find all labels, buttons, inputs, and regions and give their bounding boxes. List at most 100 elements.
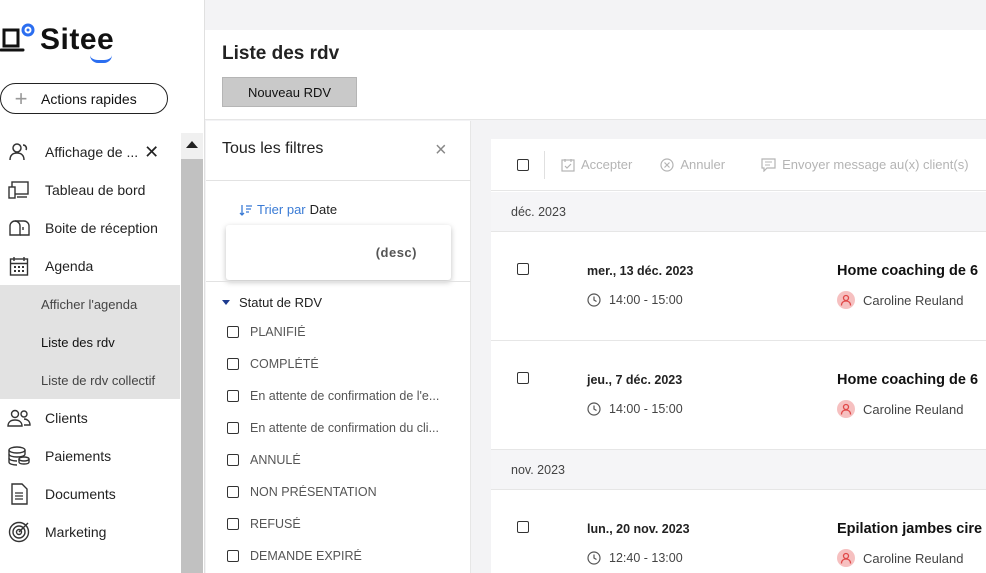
sidebar-item-label: Clients <box>45 410 88 426</box>
divider <box>544 150 545 179</box>
appointment-time: 14:00 - 15:00 <box>587 402 683 416</box>
sidebar-subitem-liste-rdv-collectif[interactable]: Liste de rdv collectif <box>0 361 180 399</box>
status-filter-expired[interactable]: DEMANDE EXPIRÉ <box>227 540 458 572</box>
sidebar-item-label: Paiements <box>45 448 112 464</box>
appointment-date: mer., 13 déc. 2023 <box>587 264 694 278</box>
sidebar-subitem-liste-rdv[interactable]: Liste des rdv <box>0 323 180 361</box>
status-filter-pending-establishment[interactable]: En attente de confirmation de l'e... <box>227 380 458 412</box>
sidebar-subitem-afficher-agenda[interactable]: Afficher l'agenda <box>0 285 180 323</box>
status-label: En attente de confirmation de l'e... <box>250 389 440 403</box>
sidebar: Sitee + Actions rapides Affichage de ...… <box>0 0 205 573</box>
sidebar-scrollbar[interactable] <box>181 133 203 573</box>
checkbox[interactable] <box>227 358 239 370</box>
row-checkbox[interactable] <box>517 521 529 533</box>
row-checkbox[interactable] <box>517 372 529 384</box>
appointment-date: lun., 20 nov. 2023 <box>587 522 690 536</box>
appointment-row[interactable]: mer., 13 déc. 2023 14:00 - 15:00 Home co… <box>491 232 986 341</box>
sort-control[interactable]: Trier par Date <box>239 202 337 217</box>
status-label: REFUSÉ <box>250 517 301 531</box>
clock-icon <box>587 402 601 416</box>
appointment-service: Home coaching de 6 <box>837 263 979 279</box>
accept-button[interactable]: Accepter <box>561 157 632 172</box>
sidebar-item-affichage[interactable]: Affichage de ... ✕ <box>0 133 180 171</box>
checkbox[interactable] <box>227 518 239 530</box>
status-label: DEMANDE EXPIRÉ <box>250 549 362 563</box>
sidebar-item-label: Tableau de bord <box>45 182 146 198</box>
appointment-service: Home coaching de 6 <box>837 372 979 388</box>
caret-down-icon <box>222 300 230 305</box>
select-all-checkbox[interactable] <box>517 158 529 171</box>
status-filter-refuse[interactable]: REFUSÉ <box>227 508 458 540</box>
status-filter-title: Statut de RDV <box>239 295 323 310</box>
sidebar-item-documents[interactable]: Documents <box>0 475 180 513</box>
appointment-client[interactable]: Caroline Reuland <box>837 549 963 567</box>
status-filter-complete[interactable]: COMPLÉTÉ <box>227 348 458 380</box>
status-filter-annule[interactable]: ANNULÉ <box>227 444 458 476</box>
appointment-row[interactable]: jeu., 7 déc. 2023 14:00 - 15:00 Home coa… <box>491 341 986 450</box>
calendar-check-icon <box>561 158 575 172</box>
sidebar-item-payments[interactable]: Paiements <box>0 437 180 475</box>
sidebar-item-label: Marketing <box>45 524 107 540</box>
page-header: Liste des rdv Nouveau RDV <box>205 30 986 120</box>
appointment-client[interactable]: Caroline Reuland <box>837 291 963 309</box>
sidebar-item-agenda[interactable]: Agenda <box>0 247 180 285</box>
status-filter-pending-client[interactable]: En attente de confirmation du cli... <box>227 412 458 444</box>
filters-title: Tous les filtres <box>222 140 324 157</box>
marketing-icon <box>0 521 38 543</box>
checkbox[interactable] <box>227 454 239 466</box>
sort-order-option[interactable]: (desc) <box>376 245 417 260</box>
status-filter-list: PLANIFIÉ COMPLÉTÉ En attente de confirma… <box>227 316 458 572</box>
status-label: En attente de confirmation du cli... <box>250 421 439 435</box>
status-filter-planifie[interactable]: PLANIFIÉ <box>227 316 458 348</box>
checkbox[interactable] <box>227 390 239 402</box>
appointment-client[interactable]: Caroline Reuland <box>837 400 963 418</box>
cancel-button[interactable]: Annuler <box>660 157 725 172</box>
checkbox[interactable] <box>227 422 239 434</box>
new-appointment-button[interactable]: Nouveau RDV <box>222 77 357 107</box>
sort-label: Trier par <box>257 202 306 217</box>
close-icon[interactable]: ✕ <box>144 142 159 163</box>
clock-icon <box>587 293 601 307</box>
sidebar-nav: Affichage de ... ✕ Tableau de bord Boite… <box>0 133 180 551</box>
cancel-circle-icon <box>660 157 674 172</box>
sitee-logo-icon <box>0 23 35 52</box>
sidebar-item-inbox[interactable]: Boite de réception <box>0 209 180 247</box>
client-avatar-icon <box>837 400 855 418</box>
quick-actions-button[interactable]: + Actions rapides <box>0 83 168 114</box>
status-label: COMPLÉTÉ <box>250 357 319 371</box>
mailbox-icon <box>0 219 38 237</box>
bulk-actions-toolbar: Accepter Annuler Envoyer message au(x) c… <box>491 139 986 191</box>
top-bar <box>205 0 986 30</box>
plus-icon: + <box>14 85 28 111</box>
client-avatar-icon <box>837 549 855 567</box>
checkbox[interactable] <box>227 326 239 338</box>
scroll-up-arrow-icon[interactable] <box>186 141 198 148</box>
page-title: Liste des rdv <box>222 43 340 64</box>
status-filter-no-show[interactable]: NON PRÉSENTATION <box>227 476 458 508</box>
sidebar-item-dashboard[interactable]: Tableau de bord <box>0 171 180 209</box>
scroll-thumb[interactable] <box>181 159 203 573</box>
clock-icon <box>587 551 601 565</box>
clients-icon <box>0 409 38 427</box>
row-checkbox[interactable] <box>517 263 529 275</box>
month-header: déc. 2023 <box>491 192 986 232</box>
sidebar-item-label: Affichage de ... <box>45 144 139 160</box>
status-label: NON PRÉSENTATION <box>250 485 377 499</box>
sort-order-dropdown[interactable]: (desc) <box>226 225 451 280</box>
logo[interactable]: Sitee <box>0 18 114 63</box>
appointment-row[interactable]: lun., 20 nov. 2023 12:40 - 13:00 Epilati… <box>491 490 986 573</box>
sidebar-item-label: Boite de réception <box>45 220 158 236</box>
sort-value: Date <box>309 202 338 217</box>
send-message-button[interactable]: Envoyer message au(x) client(s) <box>761 157 969 172</box>
status-label: PLANIFIÉ <box>250 325 306 339</box>
status-filter-header[interactable]: Statut de RDV <box>222 295 322 310</box>
divider <box>206 180 471 181</box>
sidebar-item-label: Agenda <box>45 258 94 274</box>
document-icon <box>0 483 38 505</box>
sidebar-item-clients[interactable]: Clients <box>0 399 180 437</box>
checkbox[interactable] <box>227 550 239 562</box>
sidebar-item-marketing[interactable]: Marketing <box>0 513 180 551</box>
appointment-time: 14:00 - 15:00 <box>587 293 683 307</box>
checkbox[interactable] <box>227 486 239 498</box>
close-filters-icon[interactable]: × <box>435 139 447 162</box>
